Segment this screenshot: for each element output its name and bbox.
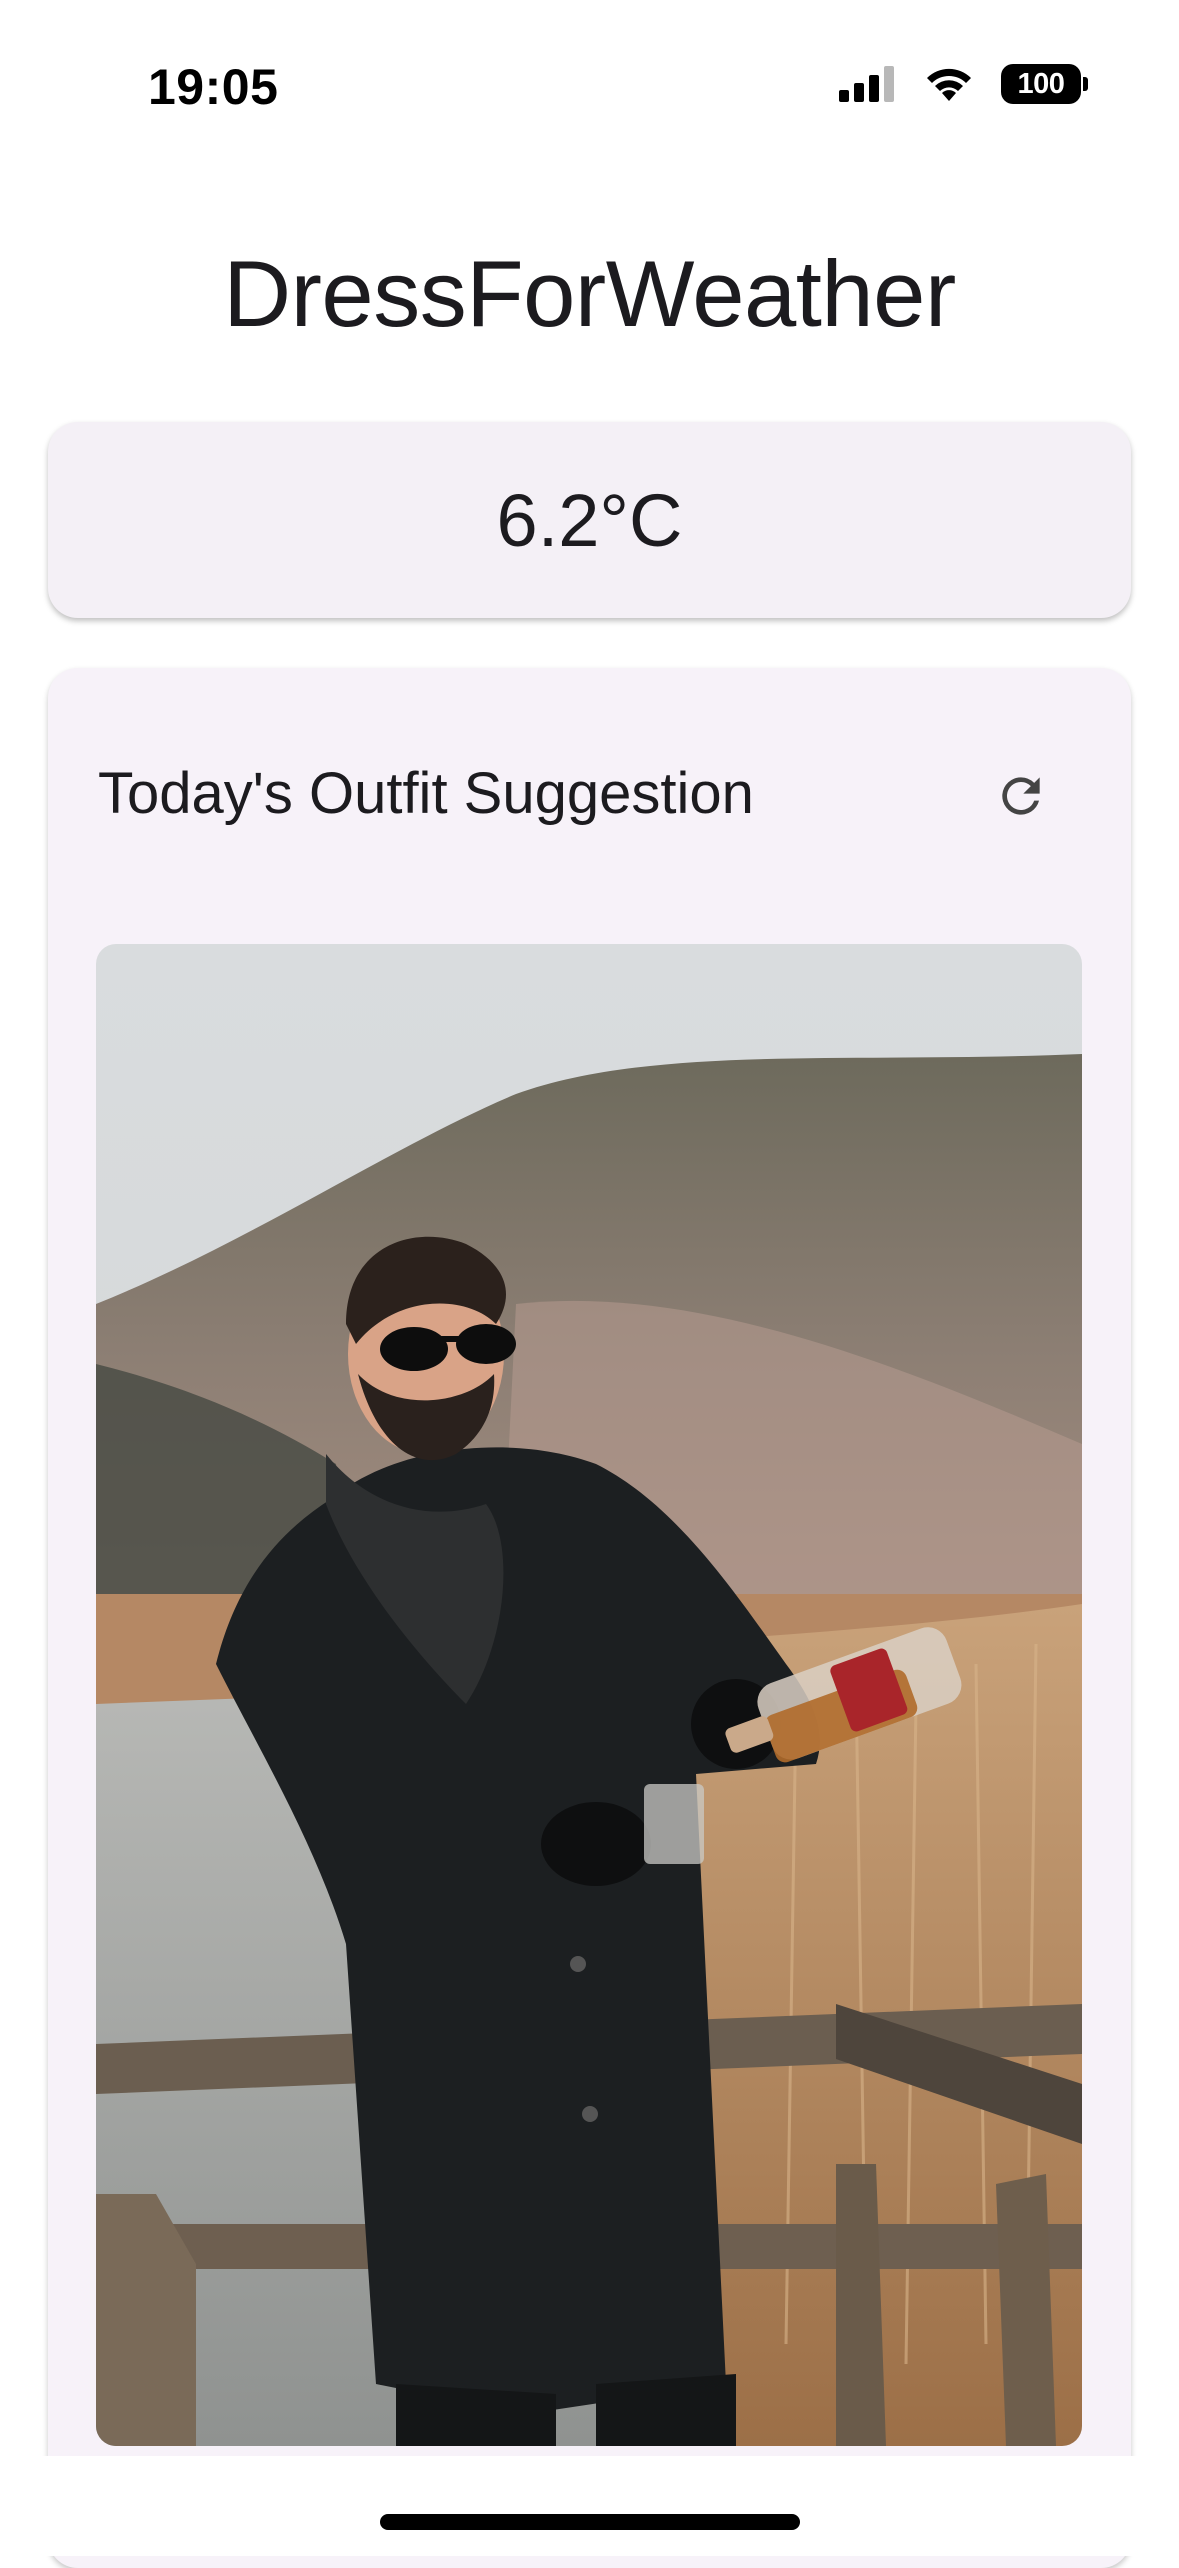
cellular-signal-icon [839, 66, 897, 102]
outfit-photo [96, 944, 1082, 2446]
refresh-button[interactable] [981, 758, 1061, 838]
outfit-suggestion-heading: Today's Outfit Suggestion [98, 761, 754, 826]
bottom-bar [0, 2456, 1179, 2556]
refresh-icon [993, 768, 1049, 829]
battery-level: 100 [1017, 67, 1065, 100]
wifi-icon [923, 65, 975, 103]
temperature-card: 6.2°C [48, 422, 1131, 618]
status-icons: 100 [839, 62, 1088, 106]
battery-icon: 100 [1001, 64, 1088, 104]
status-bar: 19:05 100 [0, 0, 1179, 150]
status-time: 19:05 [148, 59, 279, 115]
app-title: DressForWeather [223, 241, 956, 346]
outfit-suggestion-card: Today's Outfit Suggestion [48, 668, 1131, 2568]
home-indicator[interactable] [380, 2514, 800, 2530]
temperature-value: 6.2°C [496, 478, 683, 562]
